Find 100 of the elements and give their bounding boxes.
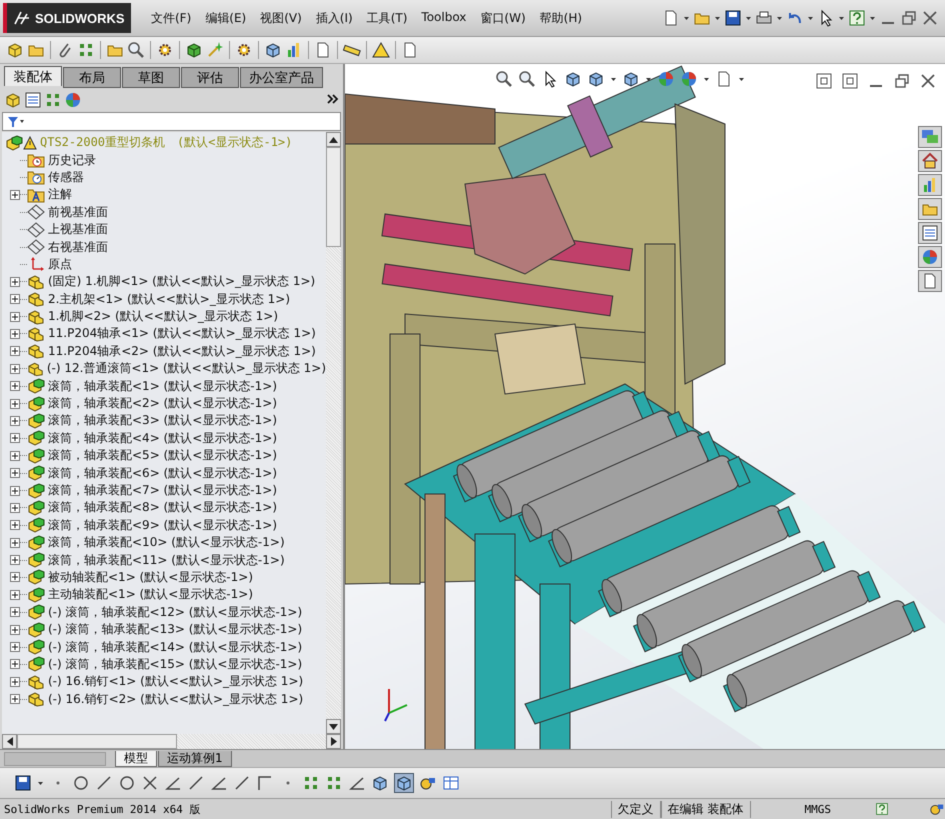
tree-item[interactable]: 11.P204轴承<1> (默认<<默认>_显示状态 1>) <box>48 325 316 342</box>
tree-item[interactable]: (固定) 1.机脚<1> (默认<<默认>_显示状态 1>) <box>48 273 316 290</box>
gear-icon[interactable] <box>156 41 174 59</box>
cross-icon[interactable] <box>141 774 159 792</box>
close-icon[interactable] <box>919 72 937 90</box>
menu-item[interactable]: 视图(V) <box>260 10 302 26</box>
tree-item[interactable]: (-) 滚筒，轴承装配<12> (默认<显示状态-1>) <box>48 604 302 621</box>
expand-toggle[interactable] <box>10 520 20 530</box>
warning-icon[interactable] <box>372 41 390 59</box>
restore-icon[interactable] <box>893 72 911 90</box>
expand-toggle[interactable] <box>10 538 20 548</box>
cube-icon[interactable] <box>6 41 24 59</box>
expand-toggle[interactable] <box>10 659 20 670</box>
scrollbar-thumb[interactable] <box>326 147 341 247</box>
expand-toggle[interactable] <box>10 607 20 618</box>
horizontal-scrollbar[interactable] <box>2 734 341 749</box>
expand-toggle[interactable] <box>10 590 20 600</box>
tree-item[interactable]: (-) 滚筒，轴承装配<13> (默认<显示状态-1>) <box>48 621 302 638</box>
magnifier-icon[interactable] <box>518 70 536 88</box>
help-icon[interactable] <box>875 802 889 816</box>
filter-field[interactable] <box>2 112 341 131</box>
expand-toggle[interactable] <box>10 433 20 444</box>
line-icon[interactable] <box>233 774 251 792</box>
vertical-scrollbar[interactable] <box>326 132 341 734</box>
sphere-icon[interactable] <box>657 70 675 88</box>
expand-toggle[interactable] <box>10 642 20 652</box>
magnifier-icon[interactable] <box>127 41 145 59</box>
tree-item[interactable]: 主动轴装配<1> (默认<显示状态-1>) <box>48 586 253 604</box>
grid-icon[interactable] <box>325 774 343 792</box>
tree-item[interactable]: 滚筒，轴承装配<10> (默认<显示状态-1>) <box>48 534 285 552</box>
tree-item[interactable]: 滚筒，轴承装配<3> (默认<显示状态-1>) <box>48 412 277 430</box>
grid-icon[interactable] <box>77 41 95 59</box>
line-icon[interactable] <box>187 774 205 792</box>
tree-item[interactable]: 滚筒，轴承装配<8> (默认<显示状态-1>) <box>48 499 277 516</box>
model-tab[interactable]: 模型 <box>115 750 157 766</box>
expand-toggle[interactable] <box>10 555 20 566</box>
menu-item[interactable]: 工具(T) <box>366 10 408 26</box>
cube-icon[interactable] <box>4 91 22 109</box>
tree-item[interactable]: 上视基准面 <box>48 221 108 238</box>
grid-icon[interactable] <box>302 774 320 792</box>
tree-item[interactable]: 历史记录 <box>48 152 96 169</box>
magnifier-icon[interactable] <box>495 70 513 88</box>
tree-item[interactable]: 传感器 <box>48 168 84 186</box>
tree-item[interactable]: 滚筒，轴承装配<6> (默认<显示状态-1>) <box>48 464 277 482</box>
panel-tab[interactable]: 装配体 <box>4 66 62 86</box>
expand-toggle[interactable] <box>10 416 20 426</box>
restore-icon[interactable] <box>900 9 918 27</box>
expand-toggle[interactable] <box>10 450 20 461</box>
expand-toggle[interactable] <box>10 624 20 635</box>
scroll-up-icon[interactable] <box>329 136 338 142</box>
tree-item[interactable]: 注解 <box>48 186 72 204</box>
scrollbar-thumb[interactable] <box>17 734 177 749</box>
expand-toggle[interactable] <box>10 572 20 582</box>
tree-item[interactable]: 滚筒，轴承装配<2> (默认<显示状态-1>) <box>48 395 277 412</box>
expand-toggle[interactable] <box>10 502 20 513</box>
tree-item[interactable]: 右视基准面 <box>48 238 108 256</box>
gear-icon[interactable] <box>235 41 253 59</box>
menu-item[interactable]: Toolbox <box>421 10 466 26</box>
expand-toggle[interactable] <box>10 364 20 374</box>
units-text[interactable]: MMGS <box>800 802 835 816</box>
expand-toggle[interactable] <box>10 328 20 339</box>
tree-item[interactable]: 1.机脚<2> (默认<<默认>_显示状态 1>) <box>48 308 278 326</box>
table-icon[interactable] <box>442 774 460 792</box>
expand-toggle[interactable] <box>10 312 20 322</box>
tile-icon[interactable] <box>815 72 833 90</box>
tree-item[interactable]: 滚筒，轴承装配<4> (默认<显示状态-1>) <box>48 430 277 447</box>
tree-item[interactable]: (-) 12.普通滚筒<1> (默认<<默认>_显示状态 1>) <box>46 360 326 378</box>
tree-item[interactable]: 滚筒，轴承装配<5> (默认<显示状态-1>) <box>48 447 277 464</box>
expand-toggle[interactable] <box>10 486 20 496</box>
menu-item[interactable]: 编辑(E) <box>205 10 246 26</box>
tree-item[interactable]: (-) 滚筒，轴承装配<14> (默认<显示状态-1>) <box>48 638 302 656</box>
help-icon[interactable] <box>848 9 866 27</box>
tree-item[interactable]: 原点 <box>48 256 72 273</box>
sphere-icon[interactable] <box>680 70 698 88</box>
chevron-icon[interactable] <box>327 94 339 104</box>
expand-toggle[interactable] <box>10 381 20 392</box>
model-tab[interactable]: 运动算例1 <box>158 750 232 766</box>
tile-icon[interactable] <box>841 72 859 90</box>
expand-toggle[interactable] <box>10 676 20 687</box>
expand-toggle[interactable] <box>10 190 20 200</box>
expand-toggle[interactable] <box>10 276 20 287</box>
tree-item[interactable]: (-) 16.销钉<2> (默认<<默认>_显示状态 1>) <box>48 690 304 708</box>
tree-item[interactable]: 滚筒，轴承装配<7> (默认<显示状态-1>) <box>48 482 277 499</box>
line-icon[interactable] <box>95 774 113 792</box>
tree-item[interactable]: 11.P204轴承<2> (默认<<默认>_显示状态 1>) <box>48 342 316 360</box>
menu-item[interactable]: 窗口(W) <box>480 10 526 26</box>
tree-item[interactable]: 前视基准面 <box>48 204 108 221</box>
circle-icon[interactable] <box>118 774 136 792</box>
sphere-icon[interactable] <box>64 91 82 109</box>
tree-item[interactable]: (-) 16.销钉<1> (默认<<默认>_显示状态 1>) <box>48 673 304 690</box>
panel-tab[interactable]: 布局 <box>63 67 121 88</box>
scroll-left-icon[interactable] <box>6 737 12 746</box>
expand-toggle[interactable] <box>10 294 20 304</box>
menu-item[interactable]: 插入(I) <box>316 10 353 26</box>
scroll-down-icon[interactable] <box>329 724 338 730</box>
expand-toggle[interactable] <box>10 468 20 478</box>
panel-tab[interactable]: 评估 <box>181 67 239 88</box>
expand-toggle[interactable] <box>10 398 20 409</box>
panel-tab[interactable]: 草图 <box>122 67 180 88</box>
circle-icon[interactable] <box>72 774 90 792</box>
